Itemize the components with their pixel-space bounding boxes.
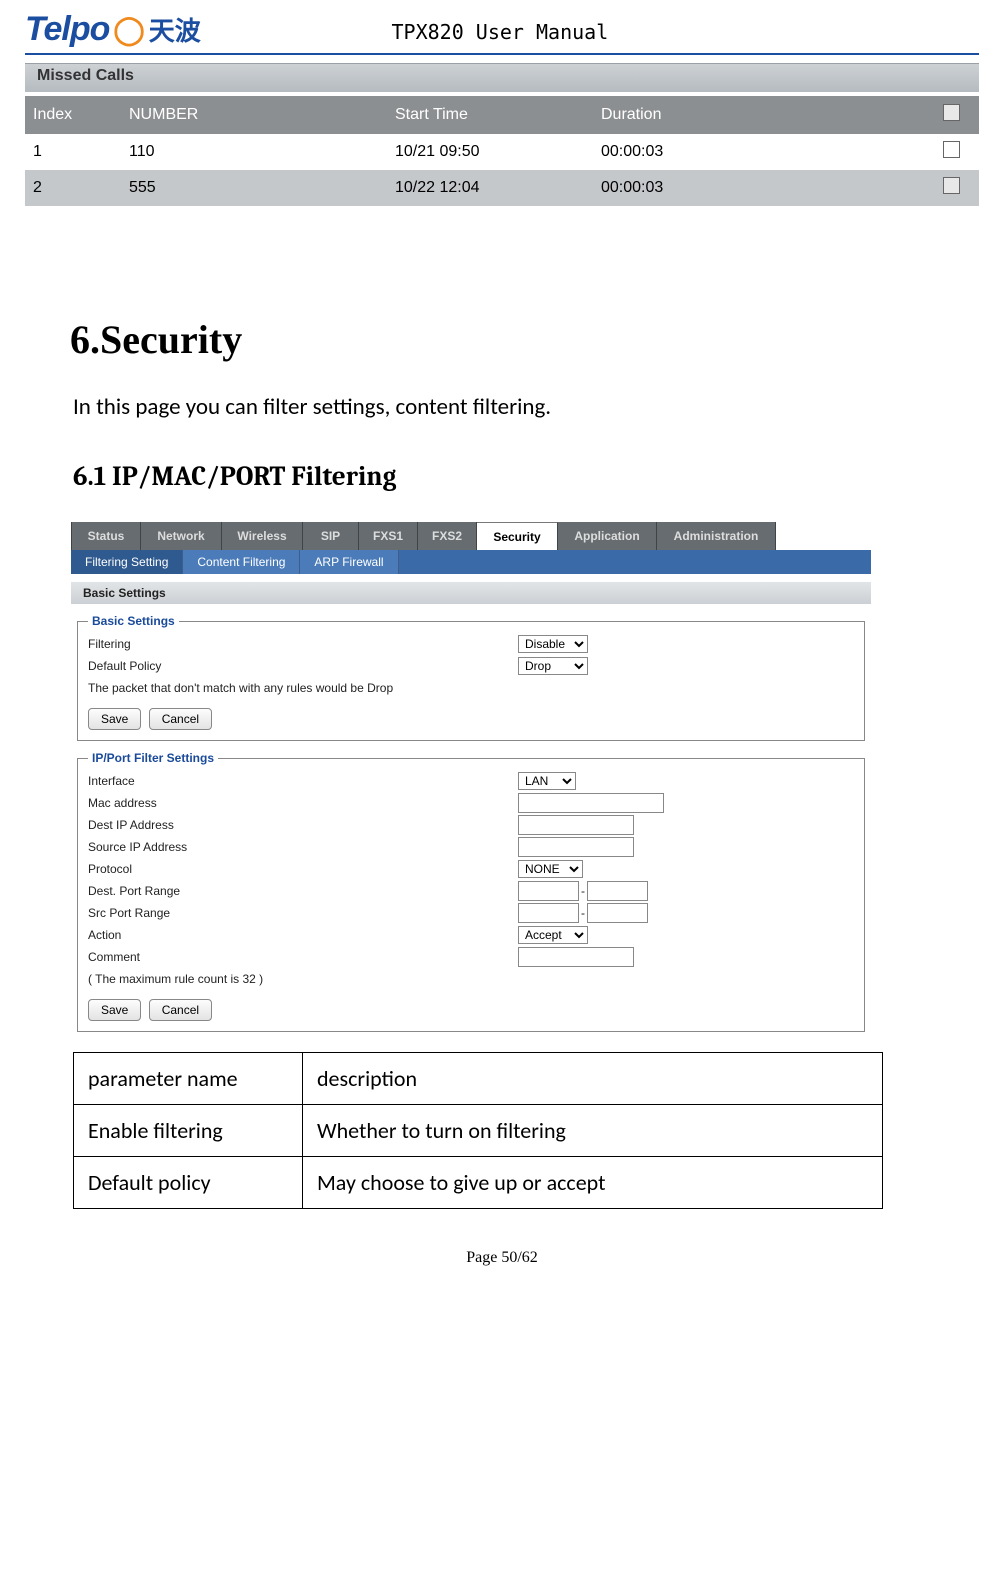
ui-screenshot: Status Network Wireless SIP FXS1 FXS2 Se… [71,522,871,1032]
label-srcip: Source IP Address [88,840,518,854]
cell-duration: 00:00:03 [593,170,923,206]
tab-application[interactable]: Application [558,522,657,550]
fieldset-ipport: IP/Port Filter Settings Interface LAN Ma… [77,751,865,1032]
checkbox-all[interactable] [943,104,960,121]
missed-calls-table: Index NUMBER Start Time Duration 1 110 1… [25,96,979,206]
input-comment[interactable] [518,947,634,967]
basic-note: The packet that don't match with any rul… [88,681,393,695]
tab-sip[interactable]: SIP [303,522,359,550]
subtab-content-filtering[interactable]: Content Filtering [183,550,300,574]
cell-duration: 00:00:03 [593,134,923,170]
save-button[interactable]: Save [88,708,141,730]
subtab-arp-firewall[interactable]: ARP Firewall [300,550,398,574]
desc-cell: Default policy [74,1157,303,1209]
header-rule [25,53,979,55]
logo-cn: 天波 [149,11,201,48]
label-action: Action [88,928,518,942]
subsection-heading: 6.1 IP/MAC/PORT Filtering [73,461,979,492]
label-filtering: Filtering [88,637,518,651]
section-intro: In this page you can filter settings, co… [73,393,979,421]
legend-basic: Basic Settings [88,614,179,628]
select-action[interactable]: Accept [518,926,588,944]
label-destip: Dest IP Address [88,818,518,832]
cancel-button[interactable]: Cancel [149,999,212,1021]
missed-calls-title: Missed Calls [25,63,979,92]
label-protocol: Protocol [88,862,518,876]
input-destip[interactable] [518,815,634,835]
cell-number: 110 [121,134,387,170]
tab-wireless[interactable]: Wireless [222,522,303,550]
cancel-button[interactable]: Cancel [149,708,212,730]
input-srcport-from[interactable] [518,903,579,923]
col-number: NUMBER [121,96,387,134]
cell-start: 10/22 12:04 [387,170,593,206]
page-footer: Page 50/62 [0,1249,1004,1277]
row-checkbox[interactable] [943,141,960,158]
table-row: 1 110 10/21 09:50 00:00:03 [25,134,979,170]
input-srcip[interactable] [518,837,634,857]
select-protocol[interactable]: NONE [518,860,583,878]
legend-ipport: IP/Port Filter Settings [88,751,218,765]
page-header: Telpo ◯ 天波 TPX820 User Manual [0,0,1004,49]
select-default-policy[interactable]: Drop [518,657,588,675]
desc-cell: May choose to give up or accept [303,1157,883,1209]
label-interface: Interface [88,774,518,788]
logo-swirl-icon: ◯ [113,13,144,46]
sub-tabs: Filtering Setting Content Filtering ARP … [71,550,871,574]
col-index: Index [25,96,121,134]
col-select [923,96,979,134]
manual-title: TPX820 User Manual [392,20,609,44]
label-srcport: Src Port Range [88,906,518,920]
row-checkbox[interactable] [943,177,960,194]
fieldset-basic-settings: Basic Settings Filtering Disable Default… [77,614,865,741]
subtab-filtering-setting[interactable]: Filtering Setting [71,550,183,574]
label-default-policy: Default Policy [88,659,518,673]
tab-fxs1[interactable]: FXS1 [359,522,418,550]
select-filtering[interactable]: Disable [518,635,588,653]
input-mac[interactable] [518,793,664,813]
tab-status[interactable]: Status [71,522,141,550]
desc-cell: Enable filtering [74,1105,303,1157]
tab-security[interactable]: Security [477,522,558,550]
label-destport: Dest. Port Range [88,884,518,898]
range-sep-icon: - [581,906,585,920]
save-button[interactable]: Save [88,999,141,1021]
tab-administration[interactable]: Administration [657,522,776,550]
label-comment: Comment [88,950,518,964]
range-sep-icon: - [581,884,585,898]
col-start: Start Time [387,96,593,134]
tab-fxs2[interactable]: FXS2 [418,522,477,550]
table-header-row: Index NUMBER Start Time Duration [25,96,979,134]
desc-cell: Whether to turn on filtering [303,1105,883,1157]
logo-text: Telpo [25,10,109,49]
col-duration: Duration [593,96,923,134]
table-row: 2 555 10/22 12:04 00:00:03 [25,170,979,206]
cell-index: 2 [25,170,121,206]
label-mac: Mac address [88,796,518,810]
section-heading: 6.Security [70,316,979,363]
desc-head-2: description [303,1053,883,1105]
logo: Telpo ◯ 天波 [25,10,201,49]
desc-head-1: parameter name [74,1053,303,1105]
panel-title-basic: Basic Settings [71,582,871,604]
input-destport-from[interactable] [518,881,579,901]
cell-index: 1 [25,134,121,170]
select-interface[interactable]: LAN [518,772,576,790]
cell-start: 10/21 09:50 [387,134,593,170]
ipport-note: ( The maximum rule count is 32 ) [88,972,263,986]
input-srcport-to[interactable] [587,903,648,923]
cell-number: 555 [121,170,387,206]
input-destport-to[interactable] [587,881,648,901]
description-table: parameter name description Enable filter… [73,1052,883,1209]
main-tabs: Status Network Wireless SIP FXS1 FXS2 Se… [71,522,871,550]
tab-network[interactable]: Network [141,522,222,550]
